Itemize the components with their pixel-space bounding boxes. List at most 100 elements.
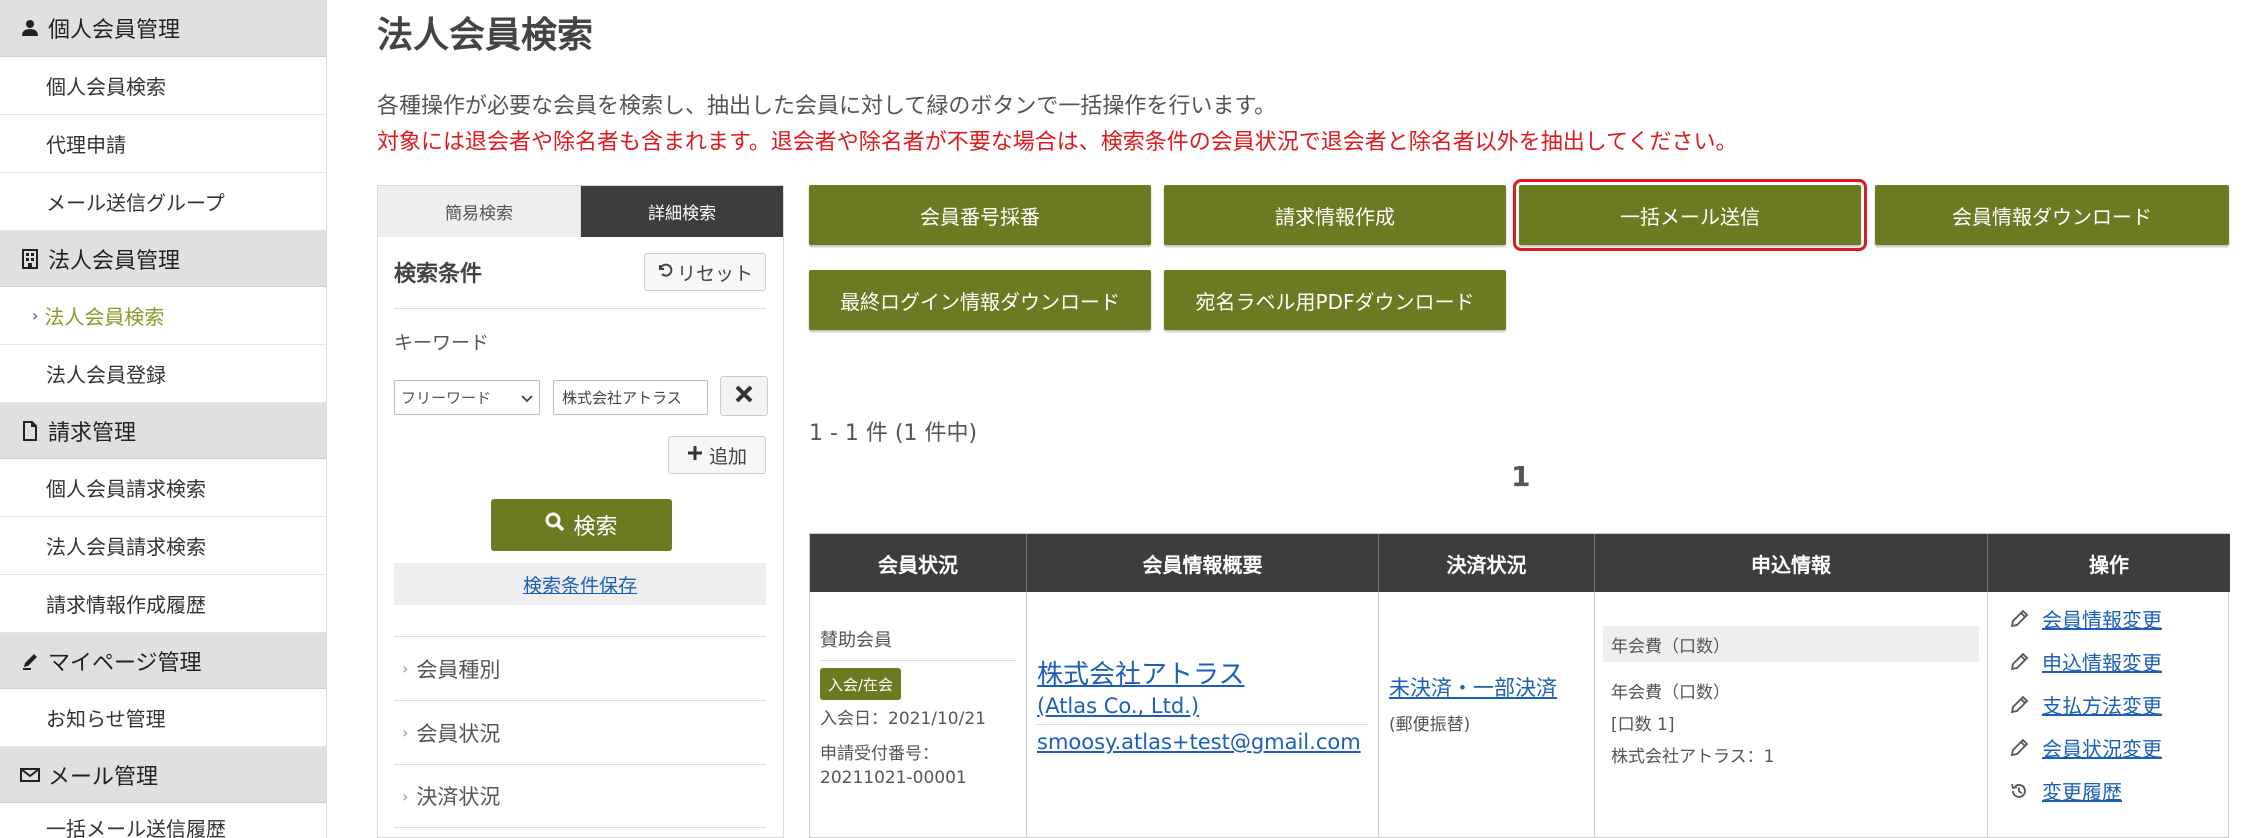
cell-summary: 株式会社アトラス (Atlas Co., Ltd.) smoosy.atlas+… xyxy=(1027,592,1379,838)
page-number[interactable]: 1 xyxy=(1511,460,1530,493)
sidebar-section-individual[interactable]: 個人会員管理 xyxy=(0,0,326,57)
sidebar-section-label: 個人会員管理 xyxy=(48,18,181,43)
sidebar-item-mail-group[interactable]: メール送信グループ xyxy=(0,173,326,231)
accordion-label: 決済状況 xyxy=(416,785,501,809)
mail-icon xyxy=(18,763,42,787)
cell-payment: 未決済・一部決済 (郵便振替) xyxy=(1379,592,1595,838)
reset-label: リセット xyxy=(676,262,753,285)
receipt-label: 申請受付番号： xyxy=(820,744,939,764)
accordion-member-type[interactable]: › 会員種別 xyxy=(394,636,766,700)
last-login-download-button[interactable]: 最終ログイン情報ダウンロード xyxy=(809,270,1151,330)
pencil-icon xyxy=(2008,737,2030,759)
search-icon xyxy=(545,512,565,538)
op-label[interactable]: 変更履歴 xyxy=(2042,776,2122,805)
add-condition-button[interactable]: 追加 xyxy=(668,436,766,474)
tab-detail-search[interactable]: 詳細検索 xyxy=(581,186,783,237)
search-label: 検索 xyxy=(573,515,618,540)
member-number-button[interactable]: 会員番号採番 xyxy=(809,185,1151,245)
member-download-button[interactable]: 会員情報ダウンロード xyxy=(1875,185,2229,245)
search-button[interactable]: 検索 xyxy=(491,499,672,551)
op-change-payment-method[interactable]: 支払方法変更 xyxy=(2008,690,2162,719)
chevron-down-icon xyxy=(521,389,533,407)
column-header-payment: 決済状況 xyxy=(1379,534,1595,592)
op-label[interactable]: 会員情報変更 xyxy=(2042,604,2162,633)
member-type: 賛助会員 xyxy=(820,630,892,651)
divider xyxy=(1037,724,1368,725)
sidebar-item-label: 法人会員検索 xyxy=(44,305,165,329)
sidebar-item-individual-billing[interactable]: 個人会員請求検索 xyxy=(0,459,326,517)
sidebar-section-label: マイページ管理 xyxy=(48,650,202,676)
pencil-icon xyxy=(2008,608,2030,630)
op-change-history[interactable]: 変更履歴 xyxy=(2008,776,2122,805)
sidebar-section-billing[interactable]: 請求管理 xyxy=(0,403,326,459)
email-link[interactable]: smoosy.atlas+test@gmail.com xyxy=(1037,730,1361,754)
keyword-input[interactable] xyxy=(553,380,708,415)
sidebar-item-corporate-billing[interactable]: 法人会員請求検索 xyxy=(0,517,326,575)
chevron-right-icon: › xyxy=(402,659,409,678)
history-icon xyxy=(2008,780,2030,802)
column-header-application: 申込情報 xyxy=(1595,534,1988,592)
results-table: 会員状況 会員情報概要 決済状況 申込情報 操作 賛助会員 入会/在会 入会日：… xyxy=(809,533,2230,838)
chevron-right-icon: › xyxy=(32,306,39,325)
sidebar-item-individual-search[interactable]: 個人会員検索 xyxy=(0,57,326,115)
op-label[interactable]: 支払方法変更 xyxy=(2042,690,2162,719)
receipt-number: 申請受付番号： 20211021-00001 xyxy=(820,742,967,790)
reset-button[interactable]: リセット xyxy=(644,253,766,291)
payment-status-link[interactable]: 未決済・一部決済 xyxy=(1389,672,1557,702)
pencil-icon xyxy=(2008,651,2030,673)
sidebar-item-notices[interactable]: お知らせ管理 xyxy=(0,689,326,747)
page-warning: 対象には退会者や除名者も含まれます。退会者や除名者が不要な場合は、検索条件の会員… xyxy=(377,130,1738,155)
keyword-clear-button[interactable] xyxy=(720,376,768,416)
result-count: 1 - 1 件 (1 件中) xyxy=(809,421,978,446)
main-content: 法人会員検索 各種操作が必要な会員を検索し、抽出した会員に対して緑のボタンで一括… xyxy=(377,0,2237,838)
cell-operations: 会員情報変更 申込情報変更 支払方法変更 会員状況変更 変更履歴 xyxy=(1988,592,2230,838)
op-edit-member-info[interactable]: 会員情報変更 xyxy=(2008,604,2162,633)
join-date: 入会日：2021/10/21 xyxy=(820,709,986,729)
pencil-icon xyxy=(2008,694,2030,716)
sidebar-item-corporate-register[interactable]: 法人会員登録 xyxy=(0,345,326,403)
close-icon xyxy=(734,384,754,408)
tab-simple-search[interactable]: 簡易検索 xyxy=(378,186,581,237)
keyword-label: キーワード xyxy=(394,332,490,354)
label-pdf-download-button[interactable]: 宛名ラベル用PDFダウンロード xyxy=(1164,270,1506,330)
page-description: 各種操作が必要な会員を検索し、抽出した会員に対して緑のボタンで一括操作を行います… xyxy=(377,94,1277,119)
chevron-right-icon: › xyxy=(402,723,409,742)
sidebar-item-billing-history[interactable]: 請求情報作成履歴 xyxy=(0,575,326,633)
company-english-name-link[interactable]: (Atlas Co., Ltd.) xyxy=(1037,694,1199,718)
plus-icon xyxy=(687,444,703,466)
divider xyxy=(394,308,766,309)
pen-icon xyxy=(18,649,42,673)
op-label[interactable]: 申込情報変更 xyxy=(2042,647,2162,676)
company-name-link[interactable]: 株式会社アトラス xyxy=(1037,654,1244,691)
accordion-payment-status[interactable]: › 決済状況 xyxy=(394,764,766,828)
op-label[interactable]: 会員状況変更 xyxy=(2042,733,2162,762)
sidebar-section-label: 請求管理 xyxy=(48,420,137,446)
sidebar-section-corporate[interactable]: 法人会員管理 xyxy=(0,231,326,287)
search-panel: 簡易検索 詳細検索 検索条件 リセット キーワード フリーワード 株式会社アトラ… xyxy=(377,185,784,838)
save-conditions-area: 検索条件保存 xyxy=(394,563,766,605)
search-conditions-heading: 検索条件 xyxy=(394,262,483,287)
column-header-summary: 会員情報概要 xyxy=(1027,534,1379,592)
divider xyxy=(820,660,1016,661)
save-conditions-link[interactable]: 検索条件保存 xyxy=(523,571,637,598)
sidebar-section-label: メール管理 xyxy=(48,764,159,790)
op-change-member-status[interactable]: 会員状況変更 xyxy=(2008,733,2162,762)
sidebar-section-mail[interactable]: メール管理 xyxy=(0,747,326,803)
receipt-value: 20211021-00001 xyxy=(820,768,967,788)
sidebar-section-mypage[interactable]: マイページ管理 xyxy=(0,633,326,689)
bulk-mail-button[interactable]: 一括メール送信 xyxy=(1513,179,1867,251)
building-icon xyxy=(18,247,42,271)
status-badge: 入会/在会 xyxy=(820,668,902,700)
column-header-status: 会員状況 xyxy=(810,534,1027,592)
billing-create-button[interactable]: 請求情報作成 xyxy=(1164,185,1506,245)
op-edit-application[interactable]: 申込情報変更 xyxy=(2008,647,2162,676)
application-company-units: 株式会社アトラス：1 xyxy=(1611,747,1775,767)
accordion-member-status[interactable]: › 会員状況 xyxy=(394,700,766,764)
page-title: 法人会員検索 xyxy=(377,15,594,56)
document-icon xyxy=(18,419,42,443)
sidebar-item-proxy-application[interactable]: 代理申請 xyxy=(0,115,326,173)
keyword-type-select[interactable]: フリーワード xyxy=(394,380,540,415)
sidebar-item-corporate-search[interactable]: › 法人会員検索 xyxy=(0,287,326,345)
sidebar: 個人会員管理 個人会員検索 代理申請 メール送信グループ 法人会員管理 › 法人… xyxy=(0,0,327,838)
sidebar-item-bulk-mail-history[interactable]: 一括メール送信履歴 xyxy=(0,803,326,838)
